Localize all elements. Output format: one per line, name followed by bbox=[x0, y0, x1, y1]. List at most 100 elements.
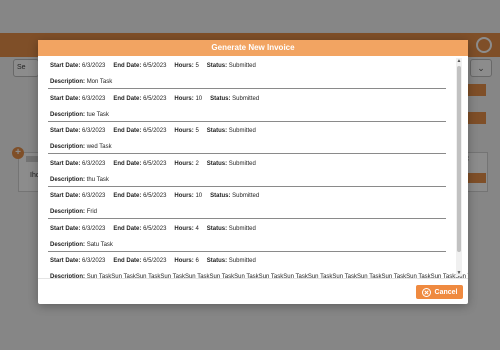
scroll-thumb[interactable] bbox=[457, 66, 461, 252]
description-value: Frid bbox=[86, 209, 98, 215]
hours-value: 2 bbox=[195, 160, 199, 167]
entry-description: Description: Frid bbox=[50, 209, 97, 215]
start-date-value: 6/3/2023 bbox=[82, 193, 106, 199]
description-value: wed Task bbox=[86, 144, 112, 150]
status-value: Submitted bbox=[228, 128, 256, 134]
status-value: Submitted bbox=[232, 95, 260, 102]
hours-label: Hours: bbox=[174, 258, 194, 264]
start-date-value: 6/3/2023 bbox=[82, 225, 106, 232]
entry-divider bbox=[48, 153, 446, 154]
start-date-label: Start Date: bbox=[50, 63, 81, 69]
status-label: Status: bbox=[206, 160, 228, 167]
entry-divider bbox=[48, 250, 446, 252]
status-value: Submitted bbox=[228, 63, 256, 69]
entry-description: Description: tue Task bbox=[50, 112, 109, 118]
timesheet-entry: Start Date: 6/3/2023 End Date: 6/5/2023 Ho… bbox=[48, 257, 468, 278]
end-date-value: 6/5/2023 bbox=[143, 128, 167, 134]
entry-description: Description: wed Task bbox=[50, 144, 112, 150]
entry-summary: Start Date: 6/3/2023 End Date: 6/5/2023 Ho… bbox=[50, 161, 256, 167]
status-label: Status: bbox=[210, 193, 231, 199]
close-circle-icon bbox=[421, 287, 431, 297]
timesheet-entry: Start Date: 6/3/2023 End Date: 6/5/2023 Ho… bbox=[48, 127, 458, 160]
hours-label: Hours: bbox=[174, 225, 194, 232]
scrollbar[interactable]: ▲ ▼ bbox=[456, 58, 462, 276]
entry-summary: Start Date: 6/3/2023 End Date: 6/5/2023 Ho… bbox=[50, 226, 256, 232]
timesheet-entry: Start Date: 6/3/2023 End Date: 6/5/2023 Ho… bbox=[48, 62, 458, 95]
end-date-value: 6/5/2023 bbox=[143, 193, 167, 199]
start-date-value: 6/3/2023 bbox=[82, 128, 106, 134]
entry-divider bbox=[48, 185, 446, 187]
description-label: Description: bbox=[50, 144, 86, 150]
status-value: Submitted bbox=[232, 193, 260, 199]
entry-divider bbox=[48, 88, 446, 89]
entry-description: Description: Satu Task bbox=[50, 242, 113, 248]
status-value: Submitted bbox=[228, 160, 256, 167]
end-date-label: End Date: bbox=[113, 258, 142, 264]
hours-value: 10 bbox=[195, 193, 203, 199]
invoice-modal: Generate New Invoice Start Date: 6/3/202… bbox=[38, 40, 468, 304]
start-date-label: Start Date: bbox=[50, 128, 81, 134]
entry-divider bbox=[48, 120, 446, 122]
description-value: Mon Task bbox=[86, 79, 113, 85]
cancel-button-label: Cancel bbox=[434, 288, 458, 296]
status-label: Status: bbox=[206, 258, 228, 264]
scroll-down-arrow-icon[interactable]: ▼ bbox=[456, 270, 462, 276]
timesheet-entry: Start Date: 6/3/2023 End Date: 6/5/2023 Ho… bbox=[48, 160, 458, 193]
entry-summary: Start Date: 6/3/2023 End Date: 6/5/2023 Ho… bbox=[50, 193, 259, 199]
description-value: tue Task bbox=[86, 111, 109, 118]
hours-label: Hours: bbox=[174, 95, 194, 102]
entry-summary: Start Date: 6/3/2023 End Date: 6/5/2023 Ho… bbox=[50, 258, 256, 264]
hours-value: 6 bbox=[195, 258, 199, 264]
end-date-label: End Date: bbox=[113, 95, 142, 102]
status-label: Status: bbox=[206, 128, 228, 134]
start-date-value: 6/3/2023 bbox=[82, 160, 106, 167]
entry-description: Description: thu Task bbox=[50, 177, 109, 183]
hours-label: Hours: bbox=[174, 160, 194, 167]
description-label: Description: bbox=[50, 79, 86, 85]
start-date-label: Start Date: bbox=[50, 258, 81, 264]
end-date-label: End Date: bbox=[113, 160, 142, 167]
entry-summary: Start Date: 6/3/2023 End Date: 6/5/2023 Ho… bbox=[50, 128, 256, 134]
end-date-value: 6/5/2023 bbox=[143, 95, 167, 102]
entries-list[interactable]: Start Date: 6/3/2023 End Date: 6/5/2023 Ho… bbox=[38, 56, 468, 278]
hours-value: 5 bbox=[195, 128, 199, 134]
modal-title: Generate New Invoice bbox=[38, 40, 468, 56]
status-value: Submitted bbox=[228, 258, 256, 264]
start-date-value: 6/3/2023 bbox=[82, 95, 106, 102]
description-label: Description: bbox=[50, 111, 86, 118]
hours-label: Hours: bbox=[174, 63, 194, 69]
hours-label: Hours: bbox=[174, 193, 194, 199]
start-date-label: Start Date: bbox=[50, 95, 81, 102]
end-date-value: 6/5/2023 bbox=[143, 160, 167, 167]
end-date-label: End Date: bbox=[113, 128, 142, 134]
start-date-label: Start Date: bbox=[50, 225, 81, 232]
end-date-value: 6/5/2023 bbox=[143, 63, 167, 69]
description-label: Description: bbox=[50, 176, 86, 183]
hours-label: Hours: bbox=[174, 128, 194, 134]
description-label: Description: bbox=[50, 209, 86, 215]
end-date-label: End Date: bbox=[113, 193, 142, 199]
start-date-label: Start Date: bbox=[50, 193, 81, 199]
status-label: Status: bbox=[206, 63, 228, 69]
modal-footer bbox=[38, 278, 468, 304]
timesheet-entry: Start Date: 6/3/2023 End Date: 6/5/2023 Ho… bbox=[48, 95, 458, 128]
end-date-value: 6/5/2023 bbox=[143, 258, 167, 264]
timesheet-entry: Start Date: 6/3/2023 End Date: 6/5/2023 Ho… bbox=[48, 192, 458, 225]
cancel-button[interactable]: Cancel bbox=[416, 285, 463, 299]
status-label: Status: bbox=[206, 225, 228, 232]
entry-summary: Start Date: 6/3/2023 End Date: 6/5/2023 Ho… bbox=[50, 63, 256, 69]
status-label: Status: bbox=[210, 95, 231, 102]
timesheet-entry: Start Date: 6/3/2023 End Date: 6/5/2023 Ho… bbox=[48, 225, 458, 258]
entry-description: Description: Mon Task bbox=[50, 79, 112, 85]
start-date-value: 6/3/2023 bbox=[82, 63, 106, 69]
description-value: thu Task bbox=[86, 176, 109, 183]
start-date-value: 6/3/2023 bbox=[82, 258, 106, 264]
start-date-label: Start Date: bbox=[50, 160, 81, 167]
status-value: Submitted bbox=[228, 225, 256, 232]
description-label: Description: bbox=[50, 241, 86, 248]
hours-value: 10 bbox=[195, 95, 203, 102]
hours-value: 5 bbox=[195, 63, 199, 69]
end-date-label: End Date: bbox=[113, 63, 142, 69]
scroll-up-arrow-icon[interactable]: ▲ bbox=[456, 58, 462, 64]
end-date-value: 6/5/2023 bbox=[143, 225, 167, 232]
